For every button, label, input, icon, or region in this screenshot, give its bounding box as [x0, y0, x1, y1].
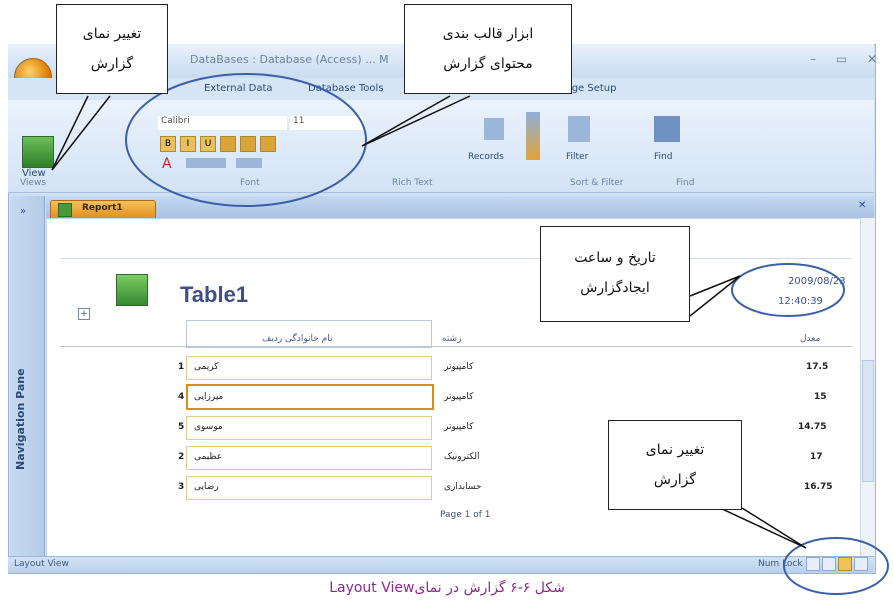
group-views: Views [20, 178, 47, 188]
chevron-right-icon[interactable]: » [20, 206, 26, 217]
table-row-field[interactable]: کامپیوتر [444, 422, 473, 432]
find-icon[interactable] [654, 116, 680, 142]
table-row-name[interactable]: کریمی [194, 362, 218, 372]
design-view-icon[interactable] [854, 557, 868, 571]
callout-date-time: تاریخ و ساعت ایجادگزارش [540, 226, 690, 322]
column-header-field[interactable]: رشته [442, 334, 461, 344]
ribbon [8, 100, 874, 193]
callout-format-tools: ابزار قالب بندی محتوای گزارش [404, 4, 572, 94]
status-bar [8, 556, 874, 573]
callout-change-view-top: تغییر نمای گزارش [56, 4, 168, 94]
group-find: Find [676, 178, 695, 188]
callout-line: ایجادگزارش [580, 280, 650, 296]
table-row-number: 3 [178, 482, 185, 492]
callout-change-view-bottom: تغییر نمای گزارش [608, 420, 742, 510]
callout-line: گزارش [90, 56, 134, 72]
report-date[interactable]: 2009/08/23 [788, 276, 846, 287]
page-number[interactable]: Page 1 of 1 [440, 510, 491, 520]
records-icon[interactable] [484, 118, 504, 140]
fill-color-icon[interactable] [186, 158, 226, 168]
tab-external-data[interactable]: External Data [204, 83, 273, 94]
report-icon [116, 274, 148, 306]
callout-line: تاریخ و ساعت [574, 250, 656, 266]
scrollbar-thumb[interactable] [862, 360, 874, 482]
gridlines-icon[interactable] [236, 158, 262, 168]
underline-button[interactable]: U [200, 136, 216, 152]
callout-line: محتوای گزارش [443, 56, 533, 72]
status-num-lock: Num Lock [758, 559, 803, 569]
layout-view-icon[interactable] [838, 557, 852, 571]
callout-line: تغییر نمای [645, 442, 705, 458]
italic-button[interactable]: I [180, 136, 196, 152]
find-label[interactable]: Find [654, 152, 672, 162]
name-cell-box[interactable] [186, 356, 432, 380]
table-row-name[interactable]: عظیمی [194, 452, 222, 462]
table-row-field[interactable]: کامپیوتر [444, 362, 473, 372]
bold-button[interactable]: B [160, 136, 176, 152]
align-right-icon[interactable] [260, 136, 276, 152]
sort-icon[interactable] [526, 112, 540, 160]
group-sort-filter: Sort & Filter [570, 178, 624, 188]
status-view-name: Layout View [14, 559, 69, 569]
filter-icon[interactable] [568, 116, 590, 142]
column-header-grade[interactable]: معدل [800, 334, 820, 344]
table-row-grade[interactable]: 14.75 [798, 422, 826, 432]
table-row-grade[interactable]: 17.5 [806, 362, 828, 372]
font-color-icon[interactable]: A [162, 156, 172, 172]
align-center-icon[interactable] [240, 136, 256, 152]
group-font: Font [240, 178, 260, 188]
window-controls[interactable]: – ▭ ✕ [810, 52, 885, 66]
figure-caption: شکل ۶-۶ گزارش در نمایLayout View [329, 580, 565, 596]
table-row-name[interactable]: رضایی [194, 482, 219, 492]
table-row-grade[interactable]: 15 [814, 392, 827, 402]
callout-line: گزارش [653, 472, 697, 488]
filter-label[interactable]: Filter [566, 152, 588, 162]
window-title: DataBases : Database (Access) ... M [190, 53, 389, 66]
font-size-select[interactable]: 11 [290, 116, 363, 130]
table-row-number: 5 [178, 422, 185, 432]
table-row-name[interactable]: میرزایی [194, 392, 223, 402]
name-cell-box[interactable] [186, 446, 432, 470]
document-tab-bar [46, 196, 874, 218]
report-title[interactable]: Table1 [180, 282, 248, 308]
column-header-name[interactable]: نام خانوادگی ردیف [262, 334, 332, 344]
header-row-divider [60, 346, 852, 347]
table-row-name[interactable]: موسوی [194, 422, 223, 432]
callout-line: ابزار قالب بندی [442, 26, 534, 42]
report-view-icon[interactable] [806, 557, 820, 571]
table-row-number: 1 [178, 362, 185, 372]
name-cell-box[interactable] [186, 476, 432, 500]
group-rich-text: Rich Text [392, 178, 433, 188]
tab-report1-label: Report1 [82, 203, 123, 213]
table-row-number: 4 [178, 392, 185, 402]
header-divider [60, 258, 852, 259]
records-label[interactable]: Records [468, 152, 504, 162]
table-row-field[interactable]: کامپیوتر [444, 392, 473, 402]
layout-selector-icon[interactable]: + [78, 308, 90, 320]
view-icon[interactable] [22, 136, 54, 168]
report-time[interactable]: 12:40:39 [778, 296, 823, 307]
report-tab-icon [58, 203, 72, 217]
table-row-grade[interactable]: 16.75 [804, 482, 832, 492]
align-left-icon[interactable] [220, 136, 236, 152]
font-name-select[interactable]: Calibri [158, 116, 287, 130]
table-row-field[interactable]: الکترونیک [444, 452, 480, 462]
tab-database-tools[interactable]: Database Tools [308, 83, 384, 94]
print-preview-icon[interactable] [822, 557, 836, 571]
navigation-pane-label: Navigation Pane [14, 368, 27, 470]
table-row-number: 2 [178, 452, 185, 462]
table-row-field[interactable]: حسابداری [444, 482, 481, 492]
close-icon[interactable]: ✕ [858, 200, 866, 211]
callout-line: تغییر نمای [82, 26, 142, 42]
table-row-grade[interactable]: 17 [810, 452, 823, 462]
